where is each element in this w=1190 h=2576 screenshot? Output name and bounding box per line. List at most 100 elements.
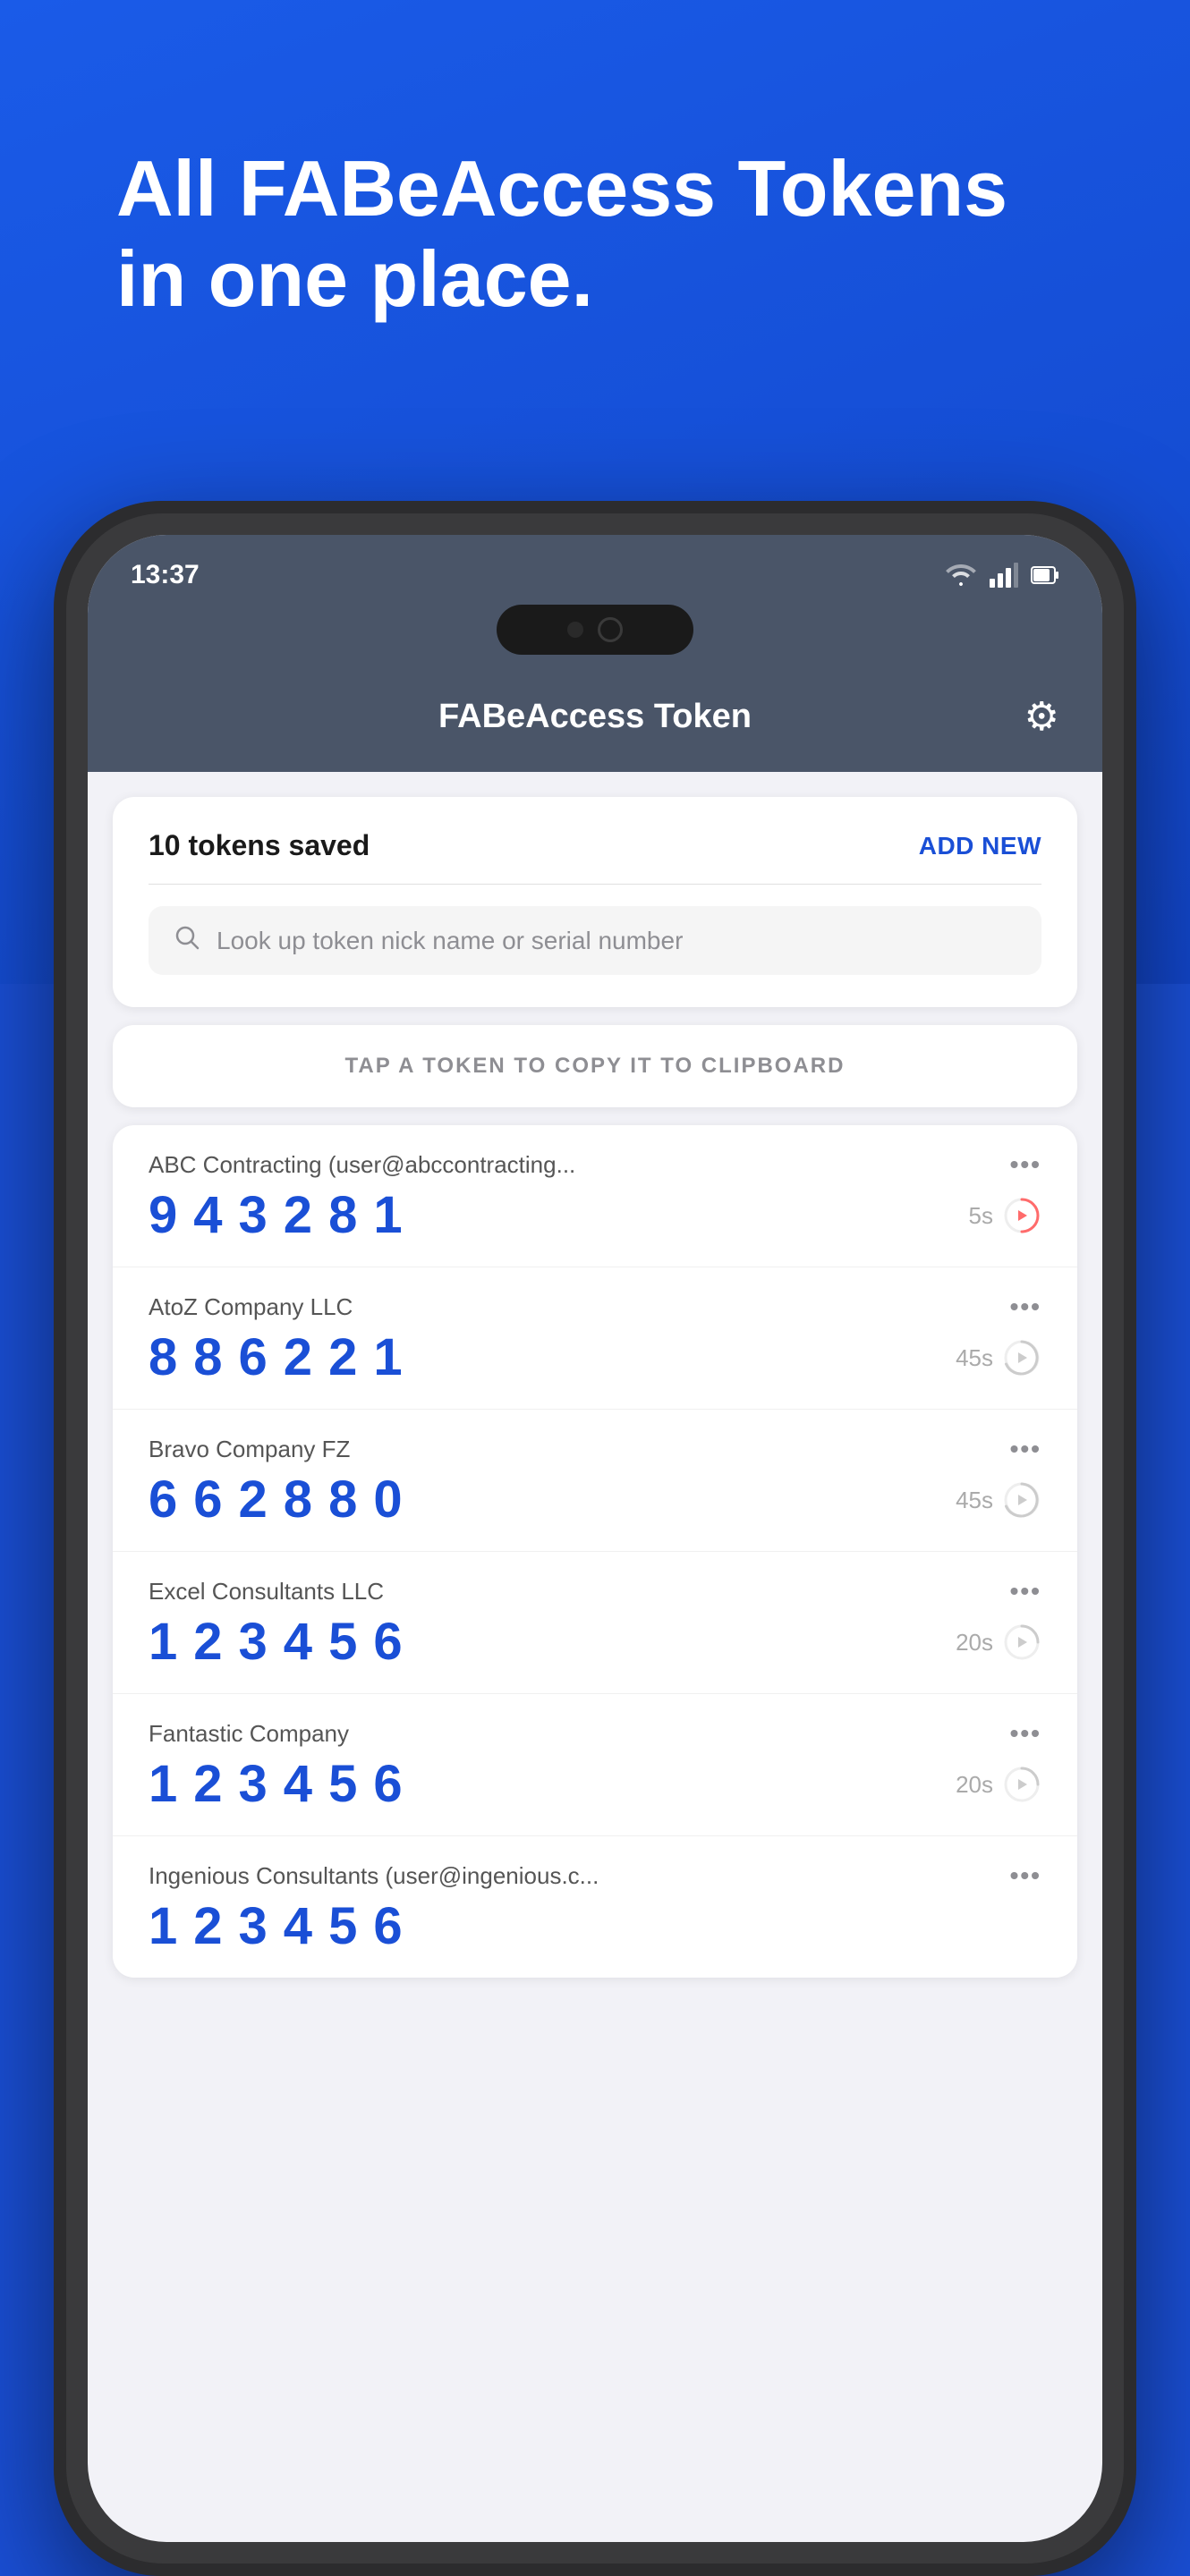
token-name-row: Ingenious Consultants (user@ingenious.c.…	[149, 1861, 1041, 1890]
token-digit: 2	[284, 1332, 312, 1384]
token-item[interactable]: AtoZ Company LLC ••• 8 8 6 2 2 1	[113, 1267, 1077, 1410]
token-item[interactable]: ABC Contracting (user@abccontracting... …	[113, 1125, 1077, 1267]
more-dots-icon[interactable]: •••	[1010, 1292, 1041, 1321]
divider	[149, 884, 1041, 885]
token-name-row: AtoZ Company LLC •••	[149, 1292, 1041, 1321]
timer-icon	[1002, 1338, 1041, 1377]
token-name-row: Excel Consultants LLC •••	[149, 1577, 1041, 1606]
token-name: Bravo Company FZ	[149, 1436, 350, 1463]
app-header: FABeAccess Token ⚙	[88, 676, 1102, 772]
token-digit: 3	[239, 1758, 268, 1810]
app-title: FABeAccess Token	[438, 698, 752, 736]
timer-text: 5s	[969, 1202, 993, 1230]
timer-text: 20s	[956, 1629, 993, 1657]
token-digit: 4	[284, 1901, 312, 1953]
token-digit: 9	[149, 1190, 177, 1241]
phone-frame: 13:37	[54, 501, 1136, 2576]
token-name-row: Fantastic Company •••	[149, 1719, 1041, 1748]
token-timer: 20s	[956, 1765, 1041, 1804]
token-item[interactable]: Fantastic Company ••• 1 2 3 4 5 6	[113, 1694, 1077, 1836]
search-box[interactable]: Look up token nick name or serial number	[149, 906, 1041, 975]
token-digits-row: 9 4 3 2 8 1 5s	[149, 1190, 1041, 1241]
more-dots-icon[interactable]: •••	[1010, 1861, 1041, 1890]
token-digit: 6	[373, 1901, 402, 1953]
status-icons	[945, 563, 1059, 588]
token-digit: 6	[239, 1332, 268, 1384]
token-digits-row: 1 2 3 4 5 6 20s	[149, 1758, 1041, 1810]
token-digit: 4	[193, 1190, 222, 1241]
main-content: 10 tokens saved ADD NEW Look up token ni…	[88, 797, 1102, 1978]
token-name-row: ABC Contracting (user@abccontracting... …	[149, 1150, 1041, 1179]
token-digits: 1 2 3 4 5 6	[149, 1901, 403, 1953]
token-digit: 2	[284, 1190, 312, 1241]
search-icon	[174, 924, 200, 957]
token-digit: 6	[149, 1474, 177, 1526]
token-item[interactable]: Excel Consultants LLC ••• 1 2 3 4 5 6	[113, 1552, 1077, 1694]
token-digits-row: 6 6 2 8 8 0 45s	[149, 1474, 1041, 1526]
token-timer: 45s	[956, 1480, 1041, 1520]
token-digit: 2	[193, 1616, 222, 1668]
token-digit: 4	[284, 1758, 312, 1810]
timer-text: 45s	[956, 1344, 993, 1372]
token-digits-row: 1 2 3 4 5 6 20s	[149, 1616, 1041, 1668]
token-digits: 9 4 3 2 8 1	[149, 1190, 403, 1241]
signal-icon	[990, 563, 1018, 588]
token-name: ABC Contracting (user@abccontracting...	[149, 1151, 575, 1179]
token-name: Fantastic Company	[149, 1720, 349, 1748]
token-name: AtoZ Company LLC	[149, 1293, 353, 1321]
more-dots-icon[interactable]: •••	[1010, 1577, 1041, 1606]
token-digit: 2	[239, 1474, 268, 1526]
wifi-icon	[945, 563, 977, 588]
gear-icon[interactable]: ⚙	[1024, 694, 1059, 740]
token-digit: 1	[373, 1190, 402, 1241]
token-digit: 0	[373, 1474, 402, 1526]
more-dots-icon[interactable]: •••	[1010, 1435, 1041, 1463]
token-digits: 1 2 3 4 5 6	[149, 1616, 403, 1668]
more-dots-icon[interactable]: •••	[1010, 1719, 1041, 1748]
token-timer: 45s	[956, 1338, 1041, 1377]
token-timer: 5s	[969, 1196, 1041, 1235]
camera-lens	[598, 617, 623, 642]
timer-text: 45s	[956, 1487, 993, 1514]
token-digits-row: 1 2 3 4 5 6	[149, 1901, 1041, 1953]
token-count-label: 10 tokens saved	[149, 829, 370, 862]
timer-icon	[1002, 1196, 1041, 1235]
token-digit: 8	[328, 1190, 357, 1241]
token-item[interactable]: Bravo Company FZ ••• 6 6 2 8 8 0	[113, 1410, 1077, 1552]
token-name: Ingenious Consultants (user@ingenious.c.…	[149, 1862, 599, 1890]
token-digit: 8	[284, 1474, 312, 1526]
more-dots-icon[interactable]: •••	[1010, 1150, 1041, 1179]
token-digit: 8	[193, 1332, 222, 1384]
clipboard-hint-text: TAP A TOKEN TO COPY IT TO CLIPBOARD	[345, 1054, 846, 1078]
headline-text: All FABeAccess Tokens in one place.	[116, 143, 1074, 324]
token-digit: 1	[149, 1901, 177, 1953]
token-digits-row: 8 8 6 2 2 1 45s	[149, 1332, 1041, 1384]
token-digit: 8	[328, 1474, 357, 1526]
token-item[interactable]: Ingenious Consultants (user@ingenious.c.…	[113, 1836, 1077, 1978]
token-digit: 1	[373, 1332, 402, 1384]
camera-pill	[497, 605, 693, 655]
add-new-button[interactable]: ADD NEW	[919, 832, 1041, 860]
token-timer: 20s	[956, 1623, 1041, 1662]
phone-inner: 13:37	[66, 513, 1124, 2563]
token-digit: 6	[373, 1616, 402, 1668]
token-count-row: 10 tokens saved ADD NEW	[149, 829, 1041, 862]
token-digit: 5	[328, 1758, 357, 1810]
token-name-row: Bravo Company FZ •••	[149, 1435, 1041, 1463]
token-digit: 6	[373, 1758, 402, 1810]
token-digit: 5	[328, 1901, 357, 1953]
token-header-card: 10 tokens saved ADD NEW Look up token ni…	[113, 797, 1077, 1007]
timer-icon	[1002, 1623, 1041, 1662]
token-name: Excel Consultants LLC	[149, 1578, 384, 1606]
token-digit: 6	[193, 1474, 222, 1526]
timer-text: 20s	[956, 1771, 993, 1799]
token-digit: 8	[149, 1332, 177, 1384]
token-digit: 1	[149, 1758, 177, 1810]
token-digit: 2	[193, 1758, 222, 1810]
token-digits: 8 8 6 2 2 1	[149, 1332, 403, 1384]
camera-area	[88, 590, 1102, 676]
token-digit: 5	[328, 1616, 357, 1668]
token-digit: 2	[328, 1332, 357, 1384]
token-digit: 1	[149, 1616, 177, 1668]
token-digit: 3	[239, 1901, 268, 1953]
